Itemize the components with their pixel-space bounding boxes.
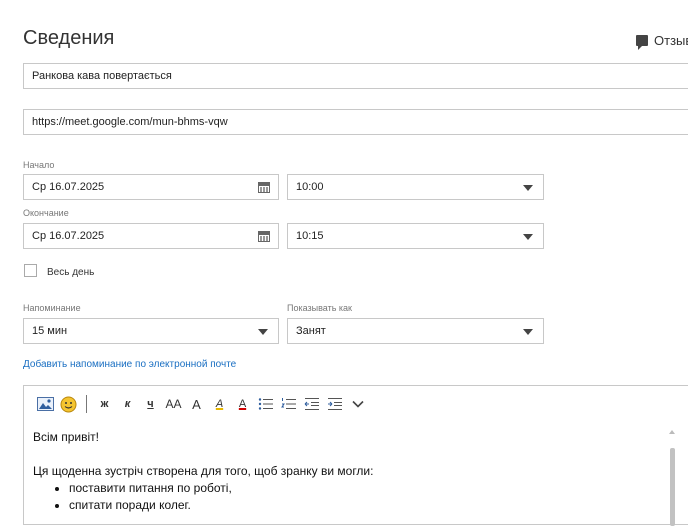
message-body[interactable]: Всім привіт! Ця щоденна зустріч створена… — [33, 429, 373, 514]
show-as-select[interactable]: Занят — [287, 318, 544, 344]
bold-button[interactable]: ж — [93, 394, 116, 414]
format-toolbar: ж к ч AA A A A — [34, 394, 369, 414]
scrollbar-thumb[interactable] — [670, 448, 675, 526]
grow-font-button[interactable]: A — [185, 394, 208, 414]
font-size-button[interactable]: AA — [162, 394, 185, 414]
add-email-reminder-link[interactable]: Добавить напоминание по электронной почт… — [23, 359, 236, 370]
list-item: спитати поради колег. — [69, 497, 373, 514]
bullet-list: поставити питання по роботі, спитати пор… — [33, 480, 373, 514]
end-label: Окончание — [23, 208, 69, 218]
numbered-list-icon[interactable] — [277, 394, 300, 414]
intro-line: Ця щоденна зустріч створена для того, що… — [33, 464, 374, 478]
font-color-button[interactable]: A — [231, 394, 254, 414]
end-date-field[interactable]: Ср 16.07.2025 — [23, 223, 279, 249]
underline-button[interactable]: ч — [139, 394, 162, 414]
list-item: поставити питання по роботі, — [69, 480, 373, 497]
end-time-value: 10:15 — [296, 230, 324, 242]
start-time-select[interactable]: 10:00 — [287, 174, 544, 200]
italic-button[interactable]: к — [116, 394, 139, 414]
emoji-icon[interactable] — [57, 394, 80, 414]
chevron-down-icon — [258, 329, 268, 335]
calendar-icon[interactable] — [258, 182, 270, 193]
all-day-checkbox[interactable] — [24, 264, 37, 277]
message-editor[interactable]: ж к ч AA A A A Всім привіт! Ця щоденна з… — [23, 385, 688, 526]
reminder-select[interactable]: 15 мин — [23, 318, 279, 344]
start-date-value: Ср 16.07.2025 — [32, 181, 105, 193]
feedback-label: Отзыв — [654, 33, 688, 48]
location-field[interactable]: https://meet.google.com/mun-bhms-vqw — [23, 109, 688, 135]
greeting-line: Всім привіт! — [33, 430, 99, 444]
more-options-chevron-icon[interactable] — [346, 394, 369, 414]
end-date-value: Ср 16.07.2025 — [32, 230, 105, 242]
reminder-value: 15 мин — [32, 325, 68, 337]
all-day-label[interactable]: Весь день — [47, 267, 94, 278]
page-title: Сведения — [23, 27, 115, 49]
increase-indent-icon[interactable] — [323, 394, 346, 414]
chevron-down-icon — [523, 234, 533, 240]
toolbar-divider — [86, 395, 87, 413]
reminder-label: Напоминание — [23, 303, 81, 313]
chevron-down-icon — [523, 185, 533, 191]
highlight-button[interactable]: A — [208, 394, 231, 414]
show-as-value: Занят — [296, 325, 326, 337]
subject-field[interactable]: Ранкова кава повертається — [23, 63, 688, 89]
calendar-icon[interactable] — [258, 231, 270, 242]
decrease-indent-icon[interactable] — [300, 394, 323, 414]
subject-value: Ранкова кава повертається — [32, 70, 172, 82]
start-time-value: 10:00 — [296, 181, 324, 193]
insert-picture-icon[interactable] — [34, 394, 57, 414]
bullet-list-icon[interactable] — [254, 394, 277, 414]
comment-icon — [636, 35, 648, 50]
show-as-label: Показывать как — [287, 303, 352, 313]
scroll-up-arrow[interactable] — [669, 430, 675, 434]
location-value: https://meet.google.com/mun-bhms-vqw — [32, 116, 228, 128]
start-label: Начало — [23, 160, 55, 170]
chevron-down-icon — [523, 329, 533, 335]
end-time-select[interactable]: 10:15 — [287, 223, 544, 249]
feedback-button[interactable]: Отзыв — [636, 33, 688, 50]
start-date-field[interactable]: Ср 16.07.2025 — [23, 174, 279, 200]
